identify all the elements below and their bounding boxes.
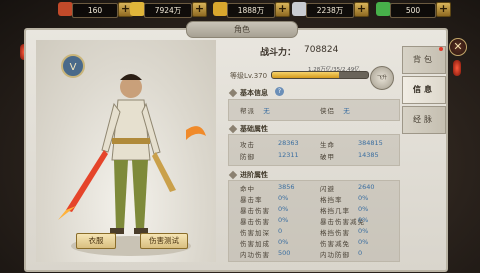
- damage-test-button[interactable]: 伤害测试: [140, 233, 188, 249]
- add-silver-button[interactable]: +: [354, 2, 369, 17]
- attr-value: 0%: [278, 194, 289, 202]
- green-jade-icon: [376, 2, 391, 16]
- attr-value: 0%: [358, 194, 369, 202]
- attr-value: 0: [358, 249, 363, 257]
- basic-info-heading: 基本信息: [228, 88, 268, 98]
- power-label: 战斗力：: [260, 48, 297, 58]
- level-text: 等级Lv.370: [230, 72, 268, 80]
- tab-meridian[interactable]: 经脉: [402, 106, 446, 134]
- attr-value: 0%: [278, 238, 289, 246]
- resource-value: 1888万: [227, 3, 275, 18]
- attr-label: 破甲: [320, 153, 335, 161]
- silver-ingot-icon: [292, 2, 307, 16]
- attr-value: 3856: [278, 183, 295, 191]
- lantern-decoration: [453, 60, 461, 76]
- window-title: 角色: [186, 21, 298, 38]
- notification-dot: [439, 47, 443, 51]
- attr-label: 伤害加成: [240, 240, 270, 248]
- attr-value: 0%: [278, 205, 289, 213]
- gold-pile-icon: [213, 2, 228, 16]
- guild-label: 帮派: [240, 107, 255, 115]
- guild-value: 无: [263, 107, 270, 115]
- help-icon[interactable]: ?: [275, 87, 284, 96]
- add-gold-button[interactable]: +: [192, 2, 207, 17]
- resource-value: 500: [390, 3, 436, 18]
- gold-ingot-icon: [130, 2, 145, 16]
- attr-label: 攻击: [240, 141, 255, 149]
- attr-value: 28363: [278, 139, 299, 147]
- fashion-button[interactable]: 衣服: [76, 233, 116, 249]
- partner-label: 侠侣: [320, 107, 335, 115]
- level-up-button[interactable]: 飞升: [370, 66, 394, 90]
- basic-info-title: 基本信息: [240, 89, 268, 97]
- resource-value: 7924万: [144, 3, 192, 18]
- attr-label: 格挡几率: [320, 207, 350, 215]
- tab-info[interactable]: 信息: [402, 76, 446, 104]
- adv-attrs-heading: 进阶属性: [228, 170, 268, 180]
- add-jade-button[interactable]: +: [436, 2, 451, 17]
- vip-emblem-text: V: [70, 62, 77, 73]
- add-gold-bound-button[interactable]: +: [275, 2, 290, 17]
- attr-label: 格挡率: [320, 196, 343, 204]
- attr-label: 内功防御: [320, 251, 350, 259]
- resource-bar: 160 + 7924万 + 1888万 + 2238万 + 500 +: [0, 0, 480, 18]
- resource-value: 160: [72, 3, 118, 18]
- power-value: 708824: [304, 45, 339, 55]
- base-attrs-title: 基础属性: [240, 125, 268, 133]
- adv-attrs-title: 进阶属性: [240, 171, 268, 179]
- exp-bar-fill: [272, 72, 340, 78]
- diamond-icon: [228, 124, 238, 134]
- attr-label: 闪避: [320, 185, 335, 193]
- base-attrs-heading: 基础属性: [228, 124, 268, 134]
- vip-emblem-icon[interactable]: V: [58, 52, 88, 82]
- attr-value: 0%: [358, 216, 369, 224]
- attr-value: 384815: [358, 139, 383, 147]
- attr-label: 伤害减免: [320, 240, 350, 248]
- red-ingot-icon: [58, 2, 73, 16]
- attr-value: 0%: [278, 216, 289, 224]
- partner-value: 无: [343, 107, 350, 115]
- attr-value: 12311: [278, 151, 299, 159]
- attr-label: 暴击伤害: [240, 218, 270, 226]
- attr-label: 内功伤害: [240, 251, 270, 259]
- attr-value: 14385: [358, 151, 379, 159]
- close-button[interactable]: ✕: [449, 38, 467, 56]
- attr-value: 500: [278, 249, 291, 257]
- attr-value: 2640: [358, 183, 375, 191]
- diamond-icon: [228, 88, 238, 98]
- resource-value: 2238万: [306, 3, 354, 18]
- attr-label: 暴击率: [240, 196, 263, 204]
- exp-bar: [271, 71, 369, 79]
- attr-label: 格挡伤害: [320, 229, 350, 237]
- attr-label: 命中: [240, 185, 255, 193]
- attr-label: 暴击伤害: [240, 207, 270, 215]
- attr-label: 生命: [320, 141, 335, 149]
- attr-value: 0%: [358, 205, 369, 213]
- diamond-icon: [228, 170, 238, 180]
- guild-row: 帮派 无: [240, 105, 270, 115]
- attr-value: 0%: [358, 227, 369, 235]
- partner-row: 侠侣 无: [320, 105, 350, 115]
- attr-label: 防御: [240, 153, 255, 161]
- attr-value: 0%: [358, 238, 369, 246]
- attr-value: 0: [278, 227, 283, 235]
- attr-label: 伤害加深: [240, 229, 270, 237]
